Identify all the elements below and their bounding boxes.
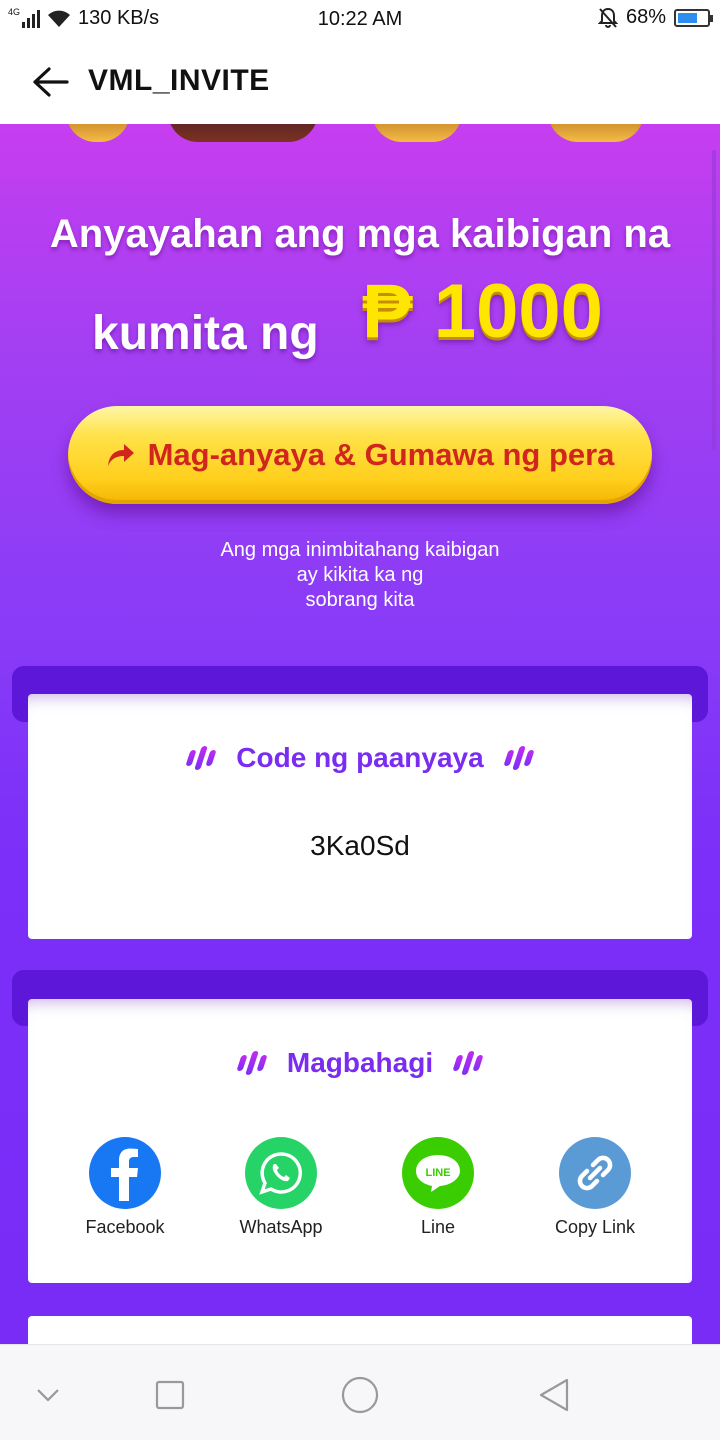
title-decoration-icon [452, 1051, 484, 1075]
facebook-icon [89, 1137, 161, 1209]
nav-back-button[interactable] [532, 1373, 576, 1417]
chevron-down-icon [37, 1389, 59, 1402]
invite-earn-button[interactable]: Mag-anyaya & Gumawa ng pera [68, 406, 652, 504]
square-icon [155, 1380, 185, 1410]
page-title: VML_INVITE [88, 64, 270, 97]
share-facebook-button[interactable]: Facebook [45, 1137, 205, 1238]
whatsapp-icon [245, 1137, 317, 1209]
share-label: Line [420, 1217, 456, 1237]
next-card [28, 1316, 692, 1344]
circle-home-icon [341, 1376, 379, 1414]
app-header: VML_INVITE [0, 38, 720, 124]
invite-description-line: ay kikita ka ng [296, 564, 424, 586]
invite-code-value[interactable]: 3Ka0Sd [28, 830, 692, 862]
share-title: Magbahagi [28, 1047, 692, 1079]
copy-link-button[interactable]: Copy Link [515, 1137, 675, 1238]
invite-code-card: Code ng paanyaya 3Ka0Sd [28, 694, 692, 939]
mute-bell-icon [597, 7, 618, 28]
share-whatsapp-button[interactable]: WhatsApp [201, 1137, 361, 1238]
line-icon: LINE [402, 1137, 474, 1209]
status-bar: 4G 130 KB/s 10:22 AM 68% [0, 0, 720, 38]
invite-description-line: sobrang kita [305, 589, 415, 611]
back-button[interactable] [28, 60, 72, 104]
scrollbar[interactable] [712, 150, 716, 450]
share-card: Magbahagi Facebook WhatsApp LINE Line Co… [28, 999, 692, 1283]
battery-level [678, 12, 698, 23]
title-decoration-icon [503, 746, 535, 770]
invite-description-line: Ang mga inimbitahang kaibigan [220, 539, 500, 561]
invite-description: Ang mga inimbitahang kaibigan ay kikita … [0, 538, 720, 613]
share-label: Copy Link [554, 1217, 636, 1237]
share-line-button[interactable]: LINE Line [358, 1137, 518, 1238]
nav-home-button[interactable] [338, 1373, 382, 1417]
invite-code-title: Code ng paanyaya [28, 742, 692, 774]
title-decoration-icon [236, 1051, 268, 1075]
triangle-back-icon [539, 1378, 569, 1412]
screen: 4G 130 KB/s 10:22 AM 68% VML_INVITE Anya… [0, 0, 720, 1440]
share-label: Facebook [85, 1217, 165, 1237]
share-options: Facebook WhatsApp LINE Line Copy Link [28, 1137, 692, 1247]
share-heading: Magbahagi [286, 1047, 434, 1078]
system-nav-bar [0, 1344, 720, 1440]
arrow-left-icon [33, 67, 69, 97]
decorative-coins [0, 124, 720, 144]
nav-collapse-button[interactable] [26, 1373, 70, 1417]
share-arrow-icon [107, 444, 134, 466]
svg-text:LINE: LINE [425, 1167, 450, 1179]
hero-subheadline: kumita ng [92, 307, 319, 360]
battery-percent: 68% [625, 6, 666, 28]
battery-icon [674, 8, 713, 27]
nav-recents-button[interactable] [148, 1373, 192, 1417]
invite-code-heading: Code ng paanyaya [236, 742, 484, 773]
invite-earn-label: Mag-anyaya & Gumawa ng pera [147, 437, 615, 472]
title-decoration-icon [185, 746, 217, 770]
invite-content[interactable]: Anyayahan ang mga kaibigan na kumita ng … [0, 124, 720, 1344]
hero-headline: Anyayahan ang mga kaibigan na [49, 212, 671, 256]
link-icon [559, 1137, 631, 1209]
reward-amount: ₱ 1000 [362, 269, 603, 354]
share-label: WhatsApp [239, 1217, 323, 1237]
